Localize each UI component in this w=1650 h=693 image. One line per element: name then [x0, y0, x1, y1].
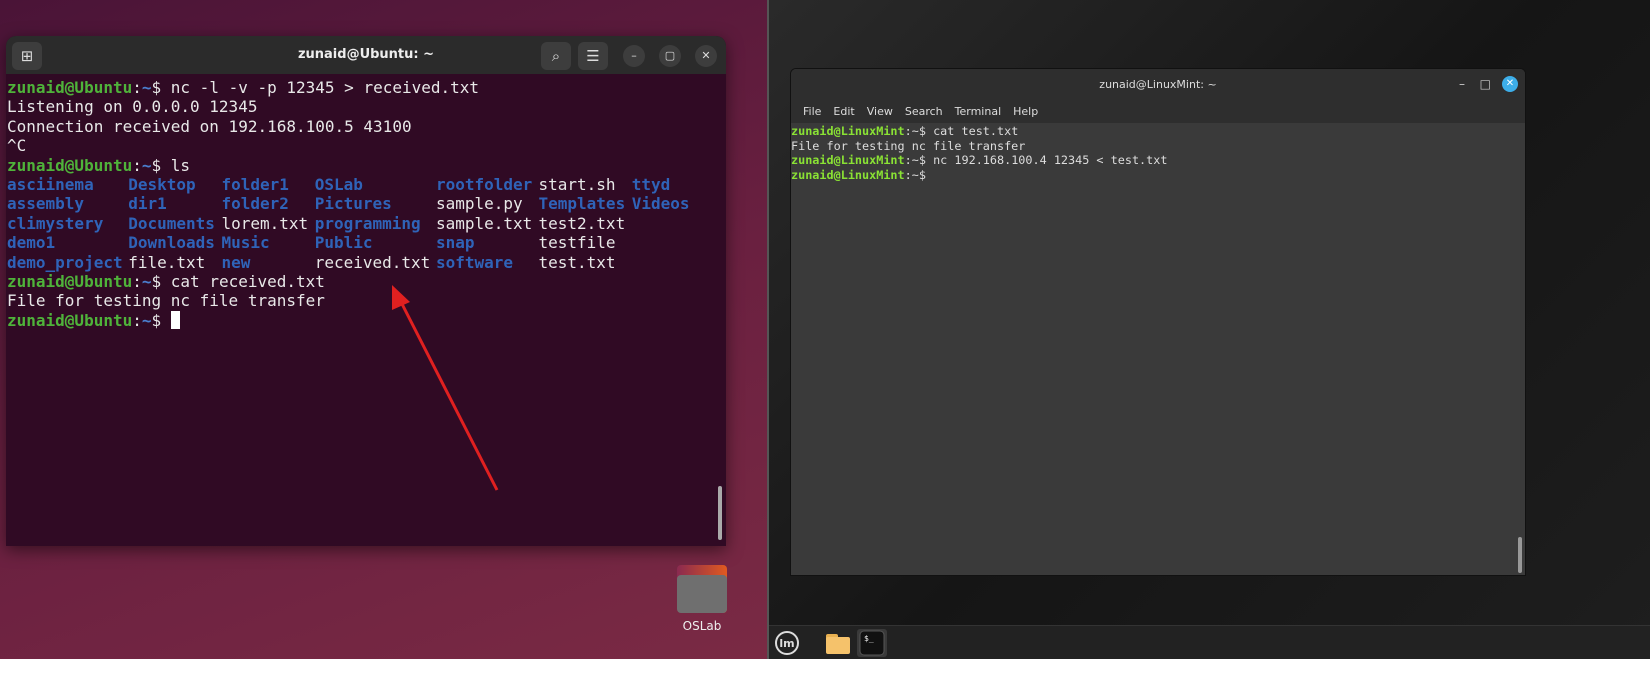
annotation-arrow	[392, 285, 499, 491]
